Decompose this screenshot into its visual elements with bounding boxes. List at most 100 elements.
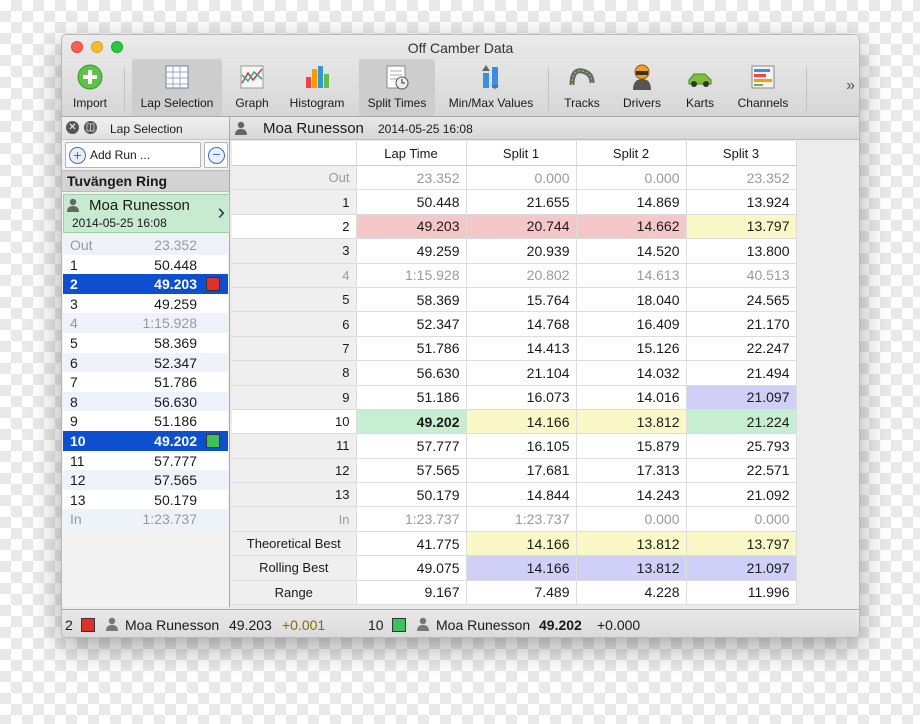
lap-number: 3 [70, 295, 78, 312]
track-name: Tuvängen Ring [62, 170, 229, 192]
table-cell: 14.016 [576, 385, 687, 410]
add-run-button[interactable]: + Add Run ... [65, 142, 201, 168]
person-icon [106, 617, 118, 631]
split-times-button[interactable]: Split Times [359, 59, 435, 116]
table-row[interactable]: Range 9.167 7.489 4.228 11.996 [232, 580, 797, 606]
run-card[interactable]: Moa Runesson 2014-05-25 16:08 › [63, 194, 230, 233]
lap-list-item[interactable]: 7 51.786 [63, 372, 228, 392]
lap-selection-icon [165, 65, 189, 89]
row-label: 3 [232, 238, 357, 264]
lap-list-item[interactable]: 10 49.202 [63, 430, 228, 451]
status-right-time: 49.202 [539, 617, 582, 633]
column-header[interactable]: Split 3 [686, 141, 797, 166]
close-panel-icon[interactable]: ✕ [66, 121, 79, 134]
table-row[interactable]: 7 51.786 14.413 15.126 22.247 [232, 336, 797, 362]
table-cell: 51.186 [356, 385, 467, 410]
table-cell: 14.166 [466, 555, 577, 581]
table-row[interactable]: 3 49.259 20.939 14.520 13.800 [232, 238, 797, 264]
table-row[interactable]: 13 50.179 14.844 14.243 21.092 [232, 482, 797, 508]
table-cell: 0.000 [576, 506, 687, 532]
column-header[interactable] [232, 141, 357, 166]
table-cell: 16.105 [466, 433, 577, 459]
window-title: Off Camber Data [407, 40, 514, 56]
lap-time: 51.786 [154, 374, 197, 391]
person-icon [67, 198, 79, 212]
lap-time: 50.448 [154, 256, 197, 273]
lap-color-marker[interactable] [206, 277, 220, 292]
table-row[interactable]: Theoretical Best 41.775 14.166 13.812 13.797 [232, 531, 797, 557]
table-row[interactable]: 11 57.777 16.105 15.879 25.793 [232, 433, 797, 459]
status-right-driver: Moa Runesson [436, 617, 531, 633]
table-cell: 16.073 [466, 385, 577, 410]
table-cell: 14.520 [576, 238, 687, 264]
tracks-button[interactable]: Tracks [556, 59, 608, 116]
lap-color-marker[interactable] [206, 433, 220, 448]
toolbar: Import Lap Selection Graph Histogram Spl… [62, 59, 859, 117]
lap-list-item[interactable]: 2 49.203 [63, 274, 228, 294]
table-row[interactable]: 4 1:15.928 20.802 14.613 40.513 [232, 263, 797, 288]
table-cell: 0.000 [686, 506, 797, 532]
lap-list-item[interactable]: 3 49.259 [63, 293, 228, 314]
histogram-icon [306, 66, 329, 88]
karts-button[interactable]: Karts [676, 59, 724, 116]
min-max-values-button[interactable]: Min/Max Values [444, 59, 538, 116]
table-cell: 14.844 [466, 482, 577, 508]
status-left-color-swatch [81, 618, 95, 632]
split-table-date: 2014-05-25 16:08 [378, 122, 473, 136]
lap-list-item[interactable]: 4 1:15.928 [63, 313, 228, 333]
table-row[interactable]: 8 56.630 21.104 14.032 21.494 [232, 360, 797, 386]
table-cell: 41.775 [356, 531, 467, 557]
table-cell: 52.347 [356, 311, 467, 337]
lap-list-item[interactable]: Out 23.352 [63, 235, 228, 255]
row-label: In [232, 506, 357, 532]
table-cell: 20.939 [466, 238, 577, 264]
table-cell: 22.247 [686, 336, 797, 362]
table-cell: 57.565 [356, 458, 467, 484]
table-row[interactable]: 1 50.448 21.655 14.869 13.924 [232, 189, 797, 215]
table-cell: 58.369 [356, 287, 467, 313]
table-cell: 13.797 [686, 214, 797, 240]
lap-number: 9 [70, 413, 78, 430]
row-label: 13 [232, 482, 357, 508]
toolbar-overflow-button[interactable]: » [846, 77, 855, 95]
lap-list-item[interactable]: 5 58.369 [63, 332, 228, 353]
table-row[interactable]: 12 57.565 17.681 17.313 22.571 [232, 458, 797, 484]
row-label: 7 [232, 336, 357, 362]
histogram-button[interactable]: Histogram [284, 59, 350, 116]
table-row[interactable]: 5 58.369 15.764 18.040 24.565 [232, 287, 797, 313]
table-row[interactable]: 2 49.203 20.744 14.662 13.797 [232, 214, 797, 240]
column-header[interactable]: Lap Time [356, 141, 467, 166]
lap-list-item[interactable]: 8 56.630 [63, 391, 228, 412]
chevron-right-icon[interactable]: › [218, 199, 225, 225]
table-cell: 21.097 [686, 385, 797, 410]
lap-list-item[interactable]: 1 50.448 [63, 254, 228, 275]
table-row[interactable]: Rolling Best 49.075 14.166 13.812 21.097 [232, 555, 797, 581]
table-row[interactable]: 9 51.186 16.073 14.016 21.097 [232, 385, 797, 410]
column-header[interactable]: Split 2 [576, 141, 687, 166]
row-label: 6 [232, 311, 357, 337]
table-cell: 49.202 [356, 409, 467, 435]
table-cell: 18.040 [576, 287, 687, 313]
lap-list-item[interactable]: 6 52.347 [63, 352, 228, 373]
table-row[interactable]: Out 23.352 0.000 0.000 23.352 [232, 165, 797, 191]
import-button[interactable]: Import [62, 59, 118, 116]
lap-list-item[interactable]: In 1:23.737 [63, 509, 228, 529]
table-row[interactable]: 10 49.202 14.166 13.812 21.224 [232, 409, 797, 435]
table-cell: 49.075 [356, 555, 467, 581]
lap-list-item[interactable]: 11 57.777 [63, 450, 228, 471]
channels-button[interactable]: Channels [730, 59, 796, 116]
table-row[interactable]: In 1:23.737 1:23.737 0.000 0.000 [232, 506, 797, 532]
remove-run-button[interactable]: − [204, 142, 228, 168]
drivers-button[interactable]: Drivers [614, 59, 670, 116]
table-cell: 17.313 [576, 458, 687, 484]
table-cell: 21.170 [686, 311, 797, 337]
column-header[interactable]: Split 1 [466, 141, 577, 166]
graph-button[interactable]: Graph [226, 59, 278, 116]
lap-list-item[interactable]: 9 51.186 [63, 411, 228, 431]
detach-panel-icon[interactable]: ◫ [84, 121, 97, 134]
lap-list-item[interactable]: 13 50.179 [63, 489, 228, 510]
lap-selection-button[interactable]: Lap Selection [132, 59, 222, 116]
lap-time: 1:23.737 [142, 511, 198, 528]
lap-list-item[interactable]: 12 57.565 [63, 470, 228, 490]
table-row[interactable]: 6 52.347 14.768 16.409 21.170 [232, 311, 797, 337]
